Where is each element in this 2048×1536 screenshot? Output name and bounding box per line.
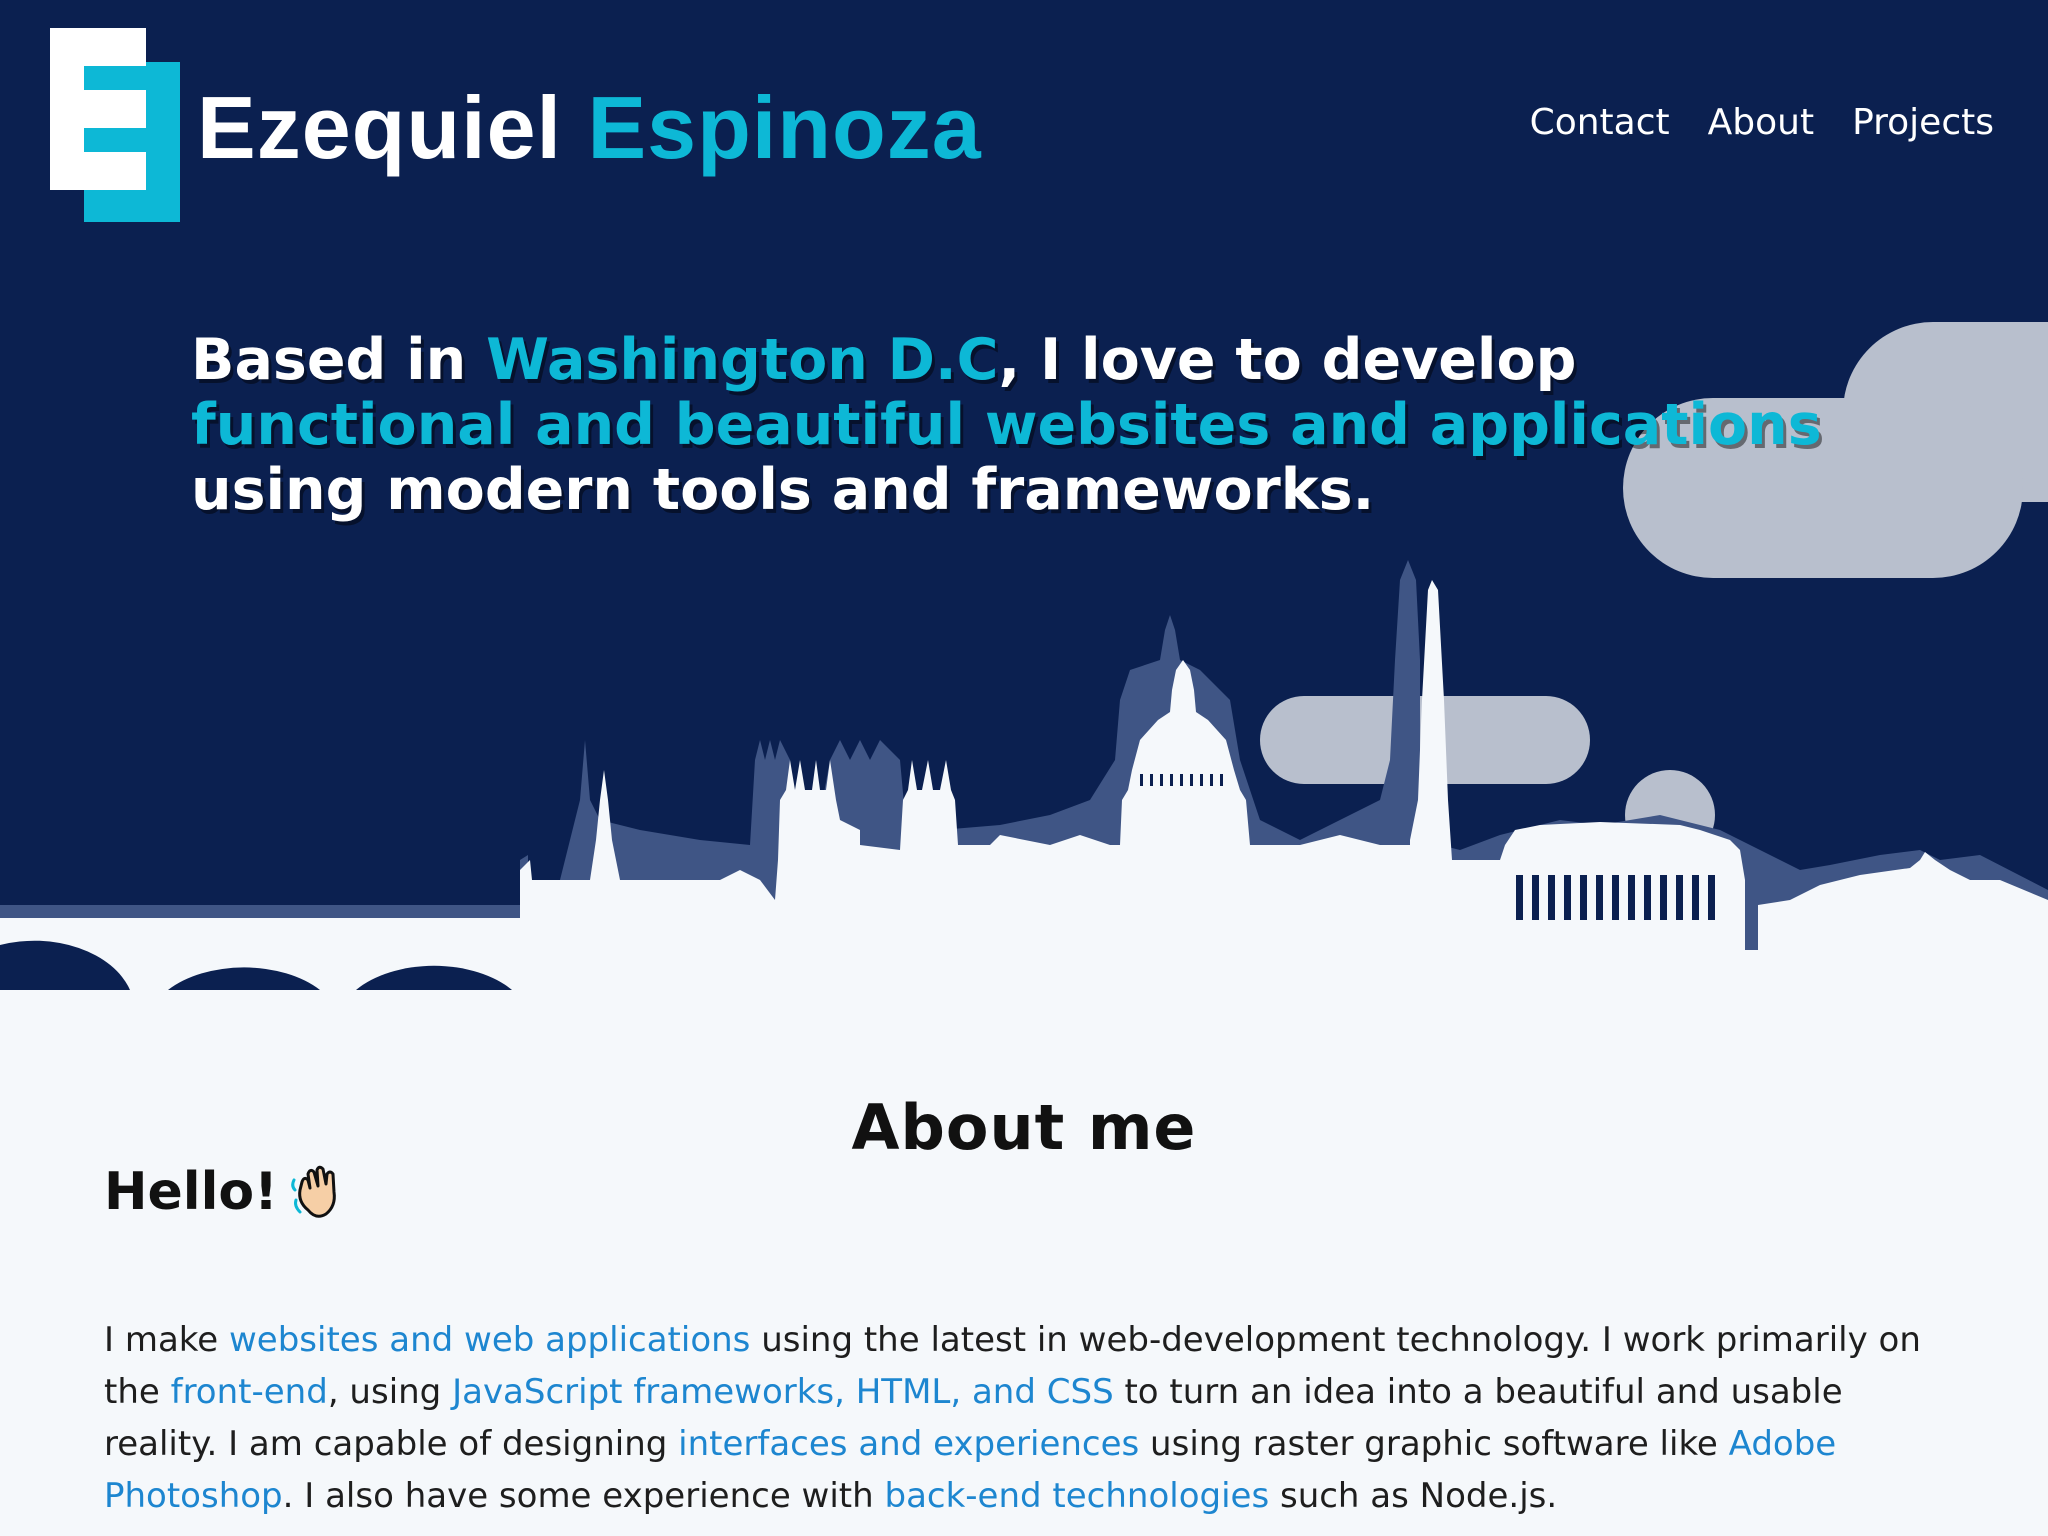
hero-section: Ezequiel Espinoza Contact About Projects… — [0, 0, 2048, 1000]
site-title-first: Ezequiel — [197, 78, 562, 177]
about-section-title: About me — [851, 1091, 1197, 1165]
tagline-text: Based in — [191, 327, 487, 393]
tagline-text: using modern tools and frameworks. — [191, 457, 1375, 523]
link-front-end[interactable]: front-end — [171, 1372, 328, 1412]
paragraph-text: , using — [327, 1372, 453, 1412]
tagline-highlight-location: Washington D.C — [486, 327, 999, 393]
hello-text: Hello! — [104, 1162, 278, 1222]
about-paragraph: I make websites and web applications usi… — [104, 1314, 1964, 1522]
paragraph-text: . I also have some experience with — [282, 1476, 885, 1516]
site-title[interactable]: Ezequiel Espinoza — [197, 78, 982, 178]
skyline-front-layer — [0, 580, 2048, 1000]
logo-icon[interactable] — [50, 28, 182, 224]
paragraph-text: I make — [104, 1320, 229, 1360]
link-back-end[interactable]: back-end technologies — [884, 1476, 1269, 1516]
main-nav: Contact About Projects — [1530, 102, 1994, 143]
paragraph-text: such as Node.js. — [1269, 1476, 1558, 1516]
hero-tagline: Based in Washington D.C, I love to devel… — [191, 328, 1831, 523]
tagline-highlight-focus: functional and beautiful websites and ap… — [191, 392, 1822, 458]
link-js-frameworks[interactable]: JavaScript frameworks, HTML, and CSS — [452, 1372, 1114, 1412]
tagline-text: , I love to develop — [998, 327, 1577, 393]
nav-link-contact[interactable]: Contact — [1530, 102, 1670, 143]
waving-hand-icon — [291, 1165, 336, 1218]
link-interfaces[interactable]: interfaces and experiences — [678, 1424, 1139, 1464]
paragraph-text: using raster graphic software like — [1139, 1424, 1729, 1464]
link-websites[interactable]: websites and web applications — [229, 1320, 750, 1360]
site-title-last: Espinoza — [587, 78, 982, 177]
nav-link-projects[interactable]: Projects — [1852, 102, 1994, 143]
nav-link-about[interactable]: About — [1708, 102, 1814, 143]
hello-heading: Hello! — [104, 1162, 346, 1222]
